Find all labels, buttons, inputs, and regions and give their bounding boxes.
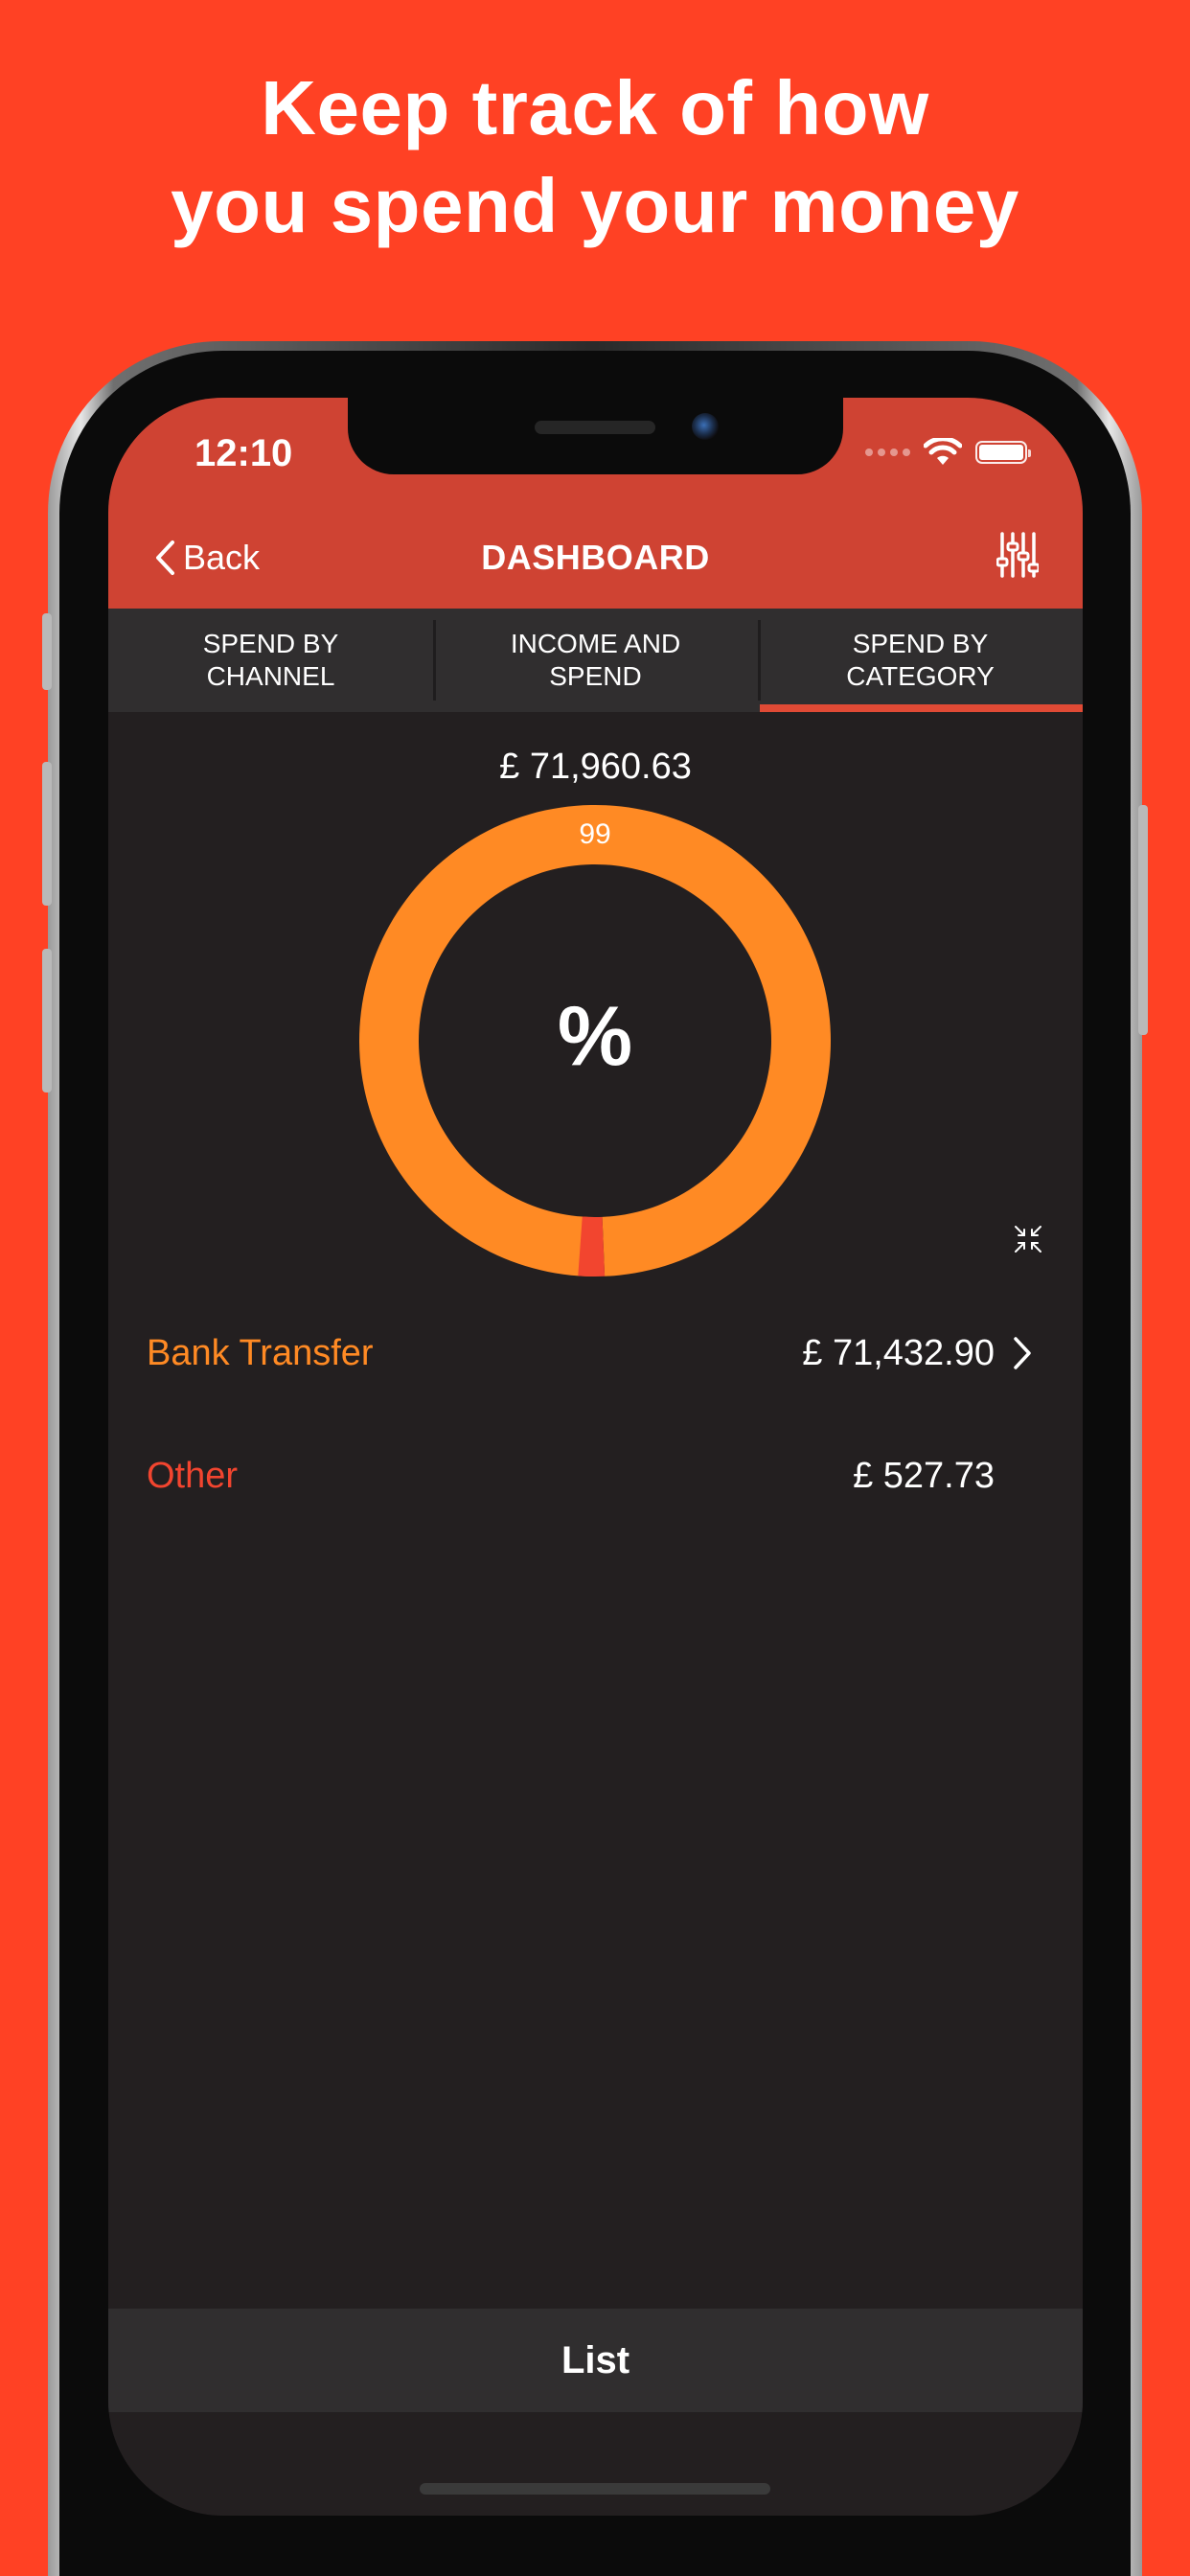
battery-icon [975, 441, 1031, 464]
phone-camera [692, 413, 719, 440]
phone-volume-up [42, 762, 52, 906]
tab-income-and-spend[interactable]: INCOME AND SPEND [433, 609, 758, 712]
phone-power-button [1138, 805, 1148, 1035]
signal-dots-icon [865, 448, 910, 456]
phone-silent-switch [42, 613, 52, 690]
list-button[interactable]: List [108, 2309, 1083, 2412]
slice-data-label: 99 [579, 818, 610, 850]
headline: Keep track of how you spend your money [0, 59, 1190, 255]
phone-volume-down [42, 949, 52, 1092]
tab-spend-by-category[interactable]: SPEND BY CATEGORY [758, 609, 1083, 712]
donut-slice-other[interactable] [578, 1216, 606, 1276]
page-title: DASHBOARD [481, 538, 710, 577]
category-row-other[interactable]: Other £ 527.73 [147, 1447, 1033, 1505]
category-donut-chart[interactable]: % 99 [359, 805, 831, 1276]
category-row-bank-transfer[interactable]: Bank Transfer £ 71,432.90 [147, 1324, 1033, 1382]
category-amount: £ 527.73 [853, 1455, 995, 1496]
collapse-icon[interactable] [1013, 1224, 1043, 1254]
headline-line-2: you spend your money [171, 163, 1019, 248]
tab-label-line-2: CATEGORY [846, 661, 995, 691]
list-label: List [561, 2338, 630, 2381]
tab-label-line-2: SPEND [549, 661, 642, 691]
phone-speaker [535, 421, 655, 434]
category-amount: £ 71,432.90 [802, 1332, 995, 1373]
headline-line-1: Keep track of how [261, 65, 929, 150]
sliders-icon[interactable] [996, 530, 1039, 580]
category-label: Other [147, 1455, 239, 1496]
total-amount: £ 71,960.63 [499, 747, 692, 787]
wifi-icon [924, 438, 962, 465]
phone-notch [348, 398, 843, 474]
status-time: 12:10 [195, 432, 293, 474]
phone-screen: 12:10 Back DASHBOARD SPEND BY CHANNEL IN… [108, 398, 1083, 2516]
percent-symbol: % [558, 988, 632, 1083]
segment-tabs: SPEND BY CHANNEL INCOME AND SPEND SPEND … [108, 609, 1083, 712]
tab-label-line-1: SPEND BY [852, 629, 989, 658]
chevron-right-icon [1014, 1337, 1031, 1369]
tab-label-line-2: CHANNEL [206, 661, 335, 691]
tab-label-line-1: SPEND BY [202, 629, 339, 658]
category-label: Bank Transfer [147, 1332, 374, 1373]
tab-label-line-1: INCOME AND [510, 629, 681, 658]
status-icons [865, 438, 1031, 467]
tab-spend-by-channel[interactable]: SPEND BY CHANNEL [108, 609, 433, 712]
home-indicator[interactable] [420, 2483, 770, 2495]
